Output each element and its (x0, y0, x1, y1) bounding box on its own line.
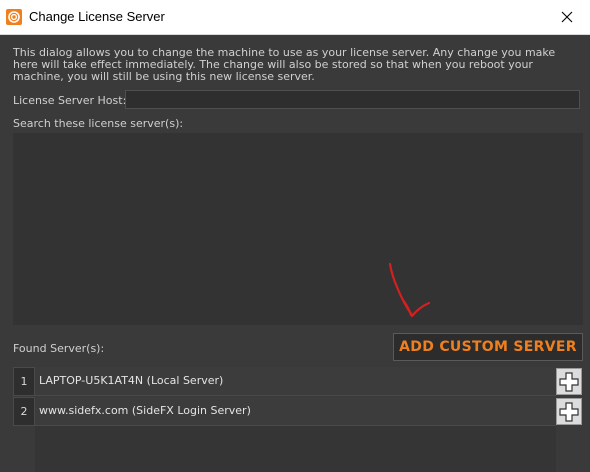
server-name[interactable]: www.sidefx.com (SideFX Login Server) (35, 397, 556, 426)
row-index: 1 (13, 367, 35, 396)
add-server-button[interactable] (556, 368, 582, 395)
plus-icon (559, 371, 579, 392)
found-servers-empty-area (35, 426, 556, 472)
add-server-button[interactable] (556, 398, 582, 425)
license-server-host-input[interactable] (125, 90, 580, 109)
found-server-row[interactable]: 1 LAPTOP-U5K1AT4N (Local Server) (13, 367, 583, 396)
search-servers-label: Search these license server(s): (13, 117, 184, 130)
license-server-host-label: License Server Host: (13, 94, 127, 107)
found-server-row[interactable]: 2 www.sidefx.com (SideFX Login Server) (13, 397, 583, 426)
houdini-logo-icon (6, 9, 22, 25)
window-title: Change License Server (29, 9, 165, 24)
title-bar: Change License Server (0, 0, 590, 35)
add-custom-server-button[interactable]: ADD CUSTOM SERVER (393, 333, 583, 361)
plus-icon (559, 401, 579, 422)
close-button[interactable] (544, 0, 590, 34)
found-servers-label: Found Server(s): (13, 342, 105, 355)
dialog-description: This dialog allows you to change the mac… (13, 46, 556, 83)
close-icon (561, 11, 573, 23)
server-name[interactable]: LAPTOP-U5K1AT4N (Local Server) (35, 367, 556, 396)
search-servers-list[interactable] (13, 133, 583, 325)
change-license-server-dialog: Change License Server This dialog allows… (0, 0, 590, 472)
row-index: 2 (13, 397, 35, 426)
red-arrow-annotation (388, 262, 431, 318)
